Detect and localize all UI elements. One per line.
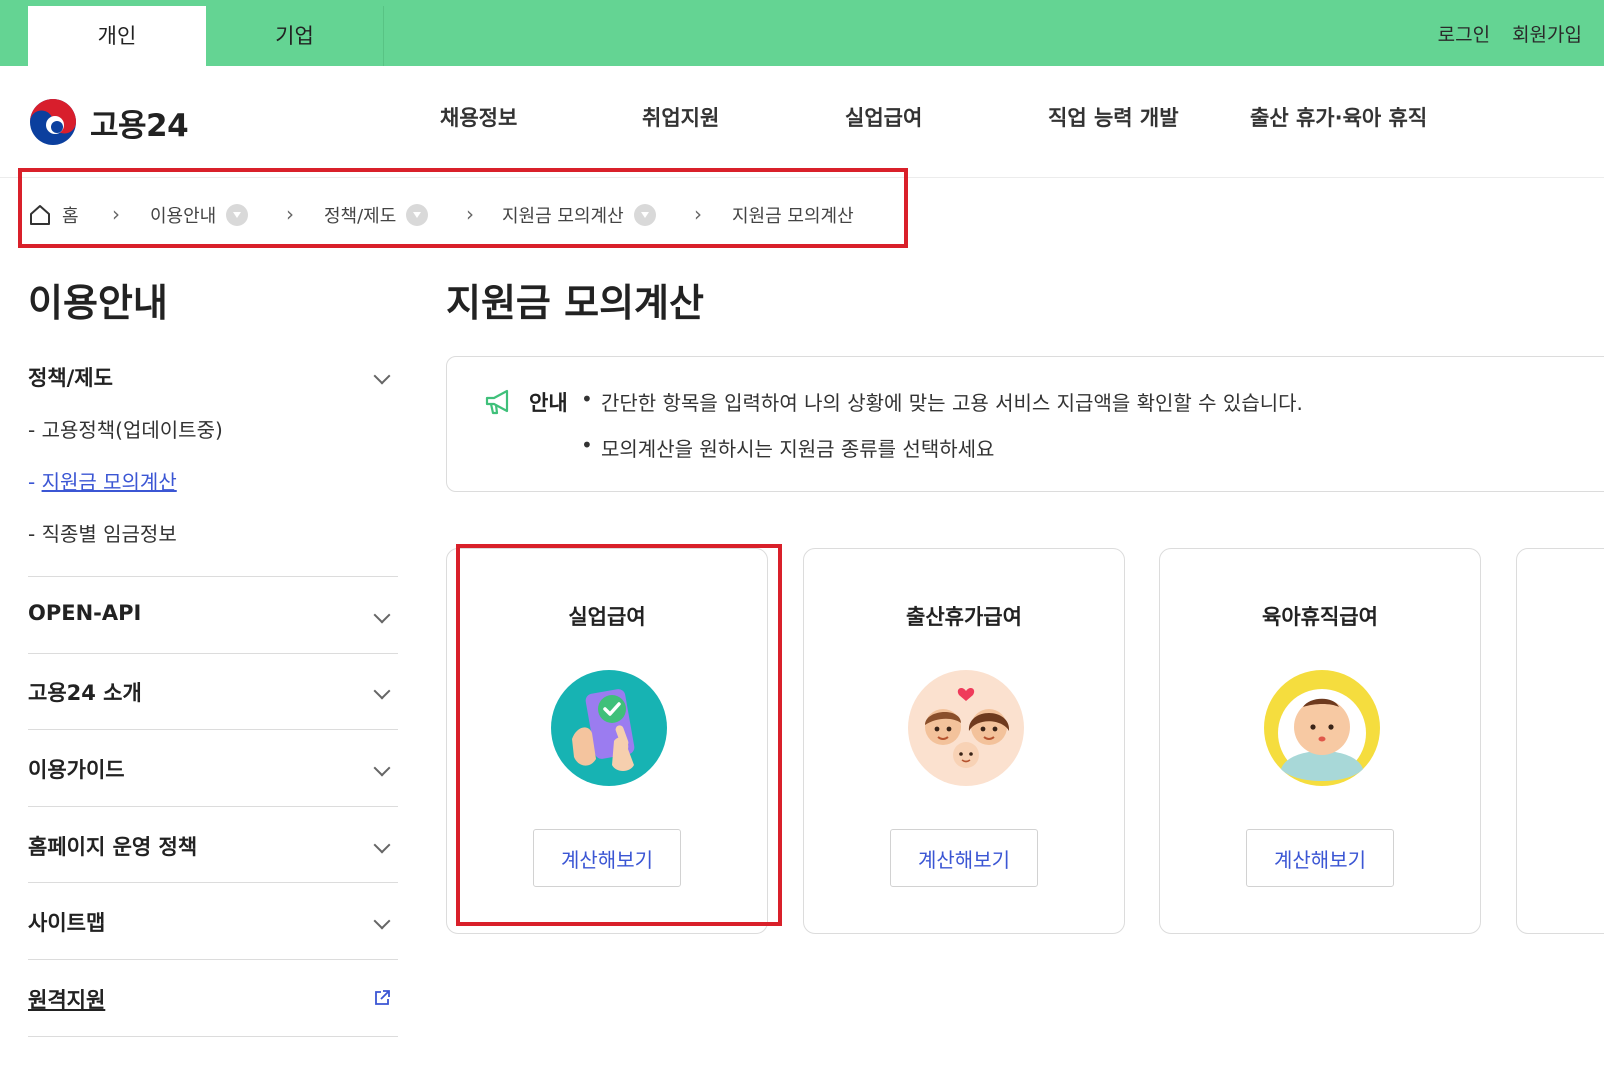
top-bar: 개인 기업 로그인 회원가입 [0,0,1604,66]
nav-parental-leave[interactable]: 출산 휴가·육아 휴직 [1250,102,1427,132]
divider [28,882,398,883]
card-parental-leave-benefit: 육아휴직급여 계산해보기 [1159,548,1481,934]
sidebar-section-label: 원격지원 [28,988,106,1012]
sidebar-section-remote-support[interactable]: 원격지원 [28,984,398,1028]
breadcrumb: 홈 › 이용안내 › 정책/제도 › 지원금 모의계산 › 지원금 모의계산 [18,168,908,248]
breadcrumb-label: 이용안내 [150,206,217,227]
sidebar-title: 이용안내 [28,281,168,325]
card-title: 실업급여 [568,605,646,629]
taeguk-logo-icon [30,99,76,145]
card-title: 출산휴가급여 [906,605,1022,629]
top-links: 로그인 회원가입 [1416,0,1582,70]
sidebar-item-subsidy-calculator[interactable]: - 지원금 모의계산 [28,466,177,495]
breadcrumb-label: 지원금 모의계산 [732,206,854,227]
home-icon [30,205,50,225]
dropdown-icon[interactable] [226,204,249,226]
breadcrumb-item-calculator[interactable]: 지원금 모의계산 [502,202,656,228]
chevron-right-icon: › [694,202,702,226]
notice-label: 안내 [529,391,568,415]
chevron-down-icon [373,606,391,624]
divider [28,1036,398,1037]
page-title: 지원금 모의계산 [446,281,704,325]
notice-box: 안내 간단한 항목을 입력하여 나의 상황에 맞는 고용 서비스 지급액을 확인… [446,356,1604,492]
breadcrumb-label: 정책/제도 [324,206,397,227]
card-title: 육아휴직급여 [1262,605,1378,629]
external-link-icon [375,990,390,1005]
chevron-down-icon [373,912,391,930]
sidebar-section-label: 고용24 소개 [28,681,142,705]
sidebar-item-wage-info[interactable]: - 직종별 임금정보 [28,518,177,547]
phone-check-icon [551,670,667,786]
sidebar-section-about[interactable]: 고용24 소개 [28,677,398,721]
nav-jobs[interactable]: 채용정보 [440,102,517,132]
chevron-down-icon [373,759,391,777]
sidebar-section-label: 홈페이지 운영 정책 [28,835,198,859]
dropdown-icon[interactable] [633,204,656,226]
breadcrumb-item-guide[interactable]: 이용안내 [150,202,249,228]
notice-line: 모의계산을 원하시는 지원금 종류를 선택하세요 [581,433,994,462]
breadcrumb-home-label: 홈 [62,206,79,227]
signup-link[interactable]: 회원가입 [1512,24,1582,46]
header: 고용24 채용정보 취업지원 실업급여 직업 능력 개발 출산 휴가·육아 휴직 [0,66,1604,178]
logo-text: 고용24 [90,107,189,144]
chevron-right-icon: › [112,202,120,226]
sidebar-section-site-policy[interactable]: 홈페이지 운영 정책 [28,831,398,875]
calculate-button[interactable]: 계산해보기 [533,829,681,887]
notice-line: 간단한 항목을 입력하여 나의 상황에 맞는 고용 서비스 지급액을 확인할 수… [581,387,1303,416]
sidebar-section-label: 정책/제도 [28,366,113,390]
nav-skills-development[interactable]: 직업 능력 개발 [1048,102,1179,132]
site-logo[interactable]: 고용24 [28,96,189,148]
sidebar-item-prefix: - [28,470,42,494]
card-unemployment-benefit: 실업급여 계산해보기 [446,548,768,934]
tab-company[interactable]: 기업 [206,6,384,66]
sidebar-section-sitemap[interactable]: 사이트맵 [28,907,398,951]
sidebar-section-usage-guide[interactable]: 이용가이드 [28,754,398,798]
breadcrumb-label: 지원금 모의계산 [502,206,624,227]
nav-employment-support[interactable]: 취업지원 [642,102,719,132]
divider [28,653,398,654]
divider [28,806,398,807]
sidebar-section-policy[interactable]: 정책/제도 [28,362,398,406]
megaphone-icon [485,389,509,415]
chevron-right-icon: › [286,202,294,226]
chevron-down-icon [373,367,391,385]
baby-icon [1264,670,1380,786]
card-maternity-leave-benefit: 출산휴가급여 계산해보기 [803,548,1125,934]
nav-unemployment-benefit[interactable]: 실업급여 [845,102,922,132]
breadcrumb-current: 지원금 모의계산 [732,202,854,228]
sidebar-section-label: 사이트맵 [28,911,106,935]
card-partial[interactable] [1516,548,1604,934]
chevron-down-icon [373,682,391,700]
breadcrumb-home[interactable]: 홈 [28,202,79,228]
chevron-right-icon: › [466,202,474,226]
calculate-button[interactable]: 계산해보기 [1246,829,1394,887]
sidebar-item-label: 지원금 모의계산 [41,470,177,494]
breadcrumb-item-policy[interactable]: 정책/제도 [324,202,429,228]
divider [28,729,398,730]
divider [28,576,398,577]
dropdown-icon[interactable] [406,204,429,226]
calculate-button[interactable]: 계산해보기 [890,829,1038,887]
tab-personal[interactable]: 개인 [28,6,206,66]
sidebar-section-label: 이용가이드 [28,758,125,782]
sidebar-item-employment-policy[interactable]: - 고용정책(업데이트중) [28,414,223,443]
divider [28,959,398,960]
sidebar-section-open-api[interactable]: OPEN-API [28,601,398,645]
sidebar-section-label: OPEN-API [28,601,142,625]
family-icon [908,670,1024,786]
chevron-down-icon [373,836,391,854]
login-link[interactable]: 로그인 [1438,24,1490,46]
